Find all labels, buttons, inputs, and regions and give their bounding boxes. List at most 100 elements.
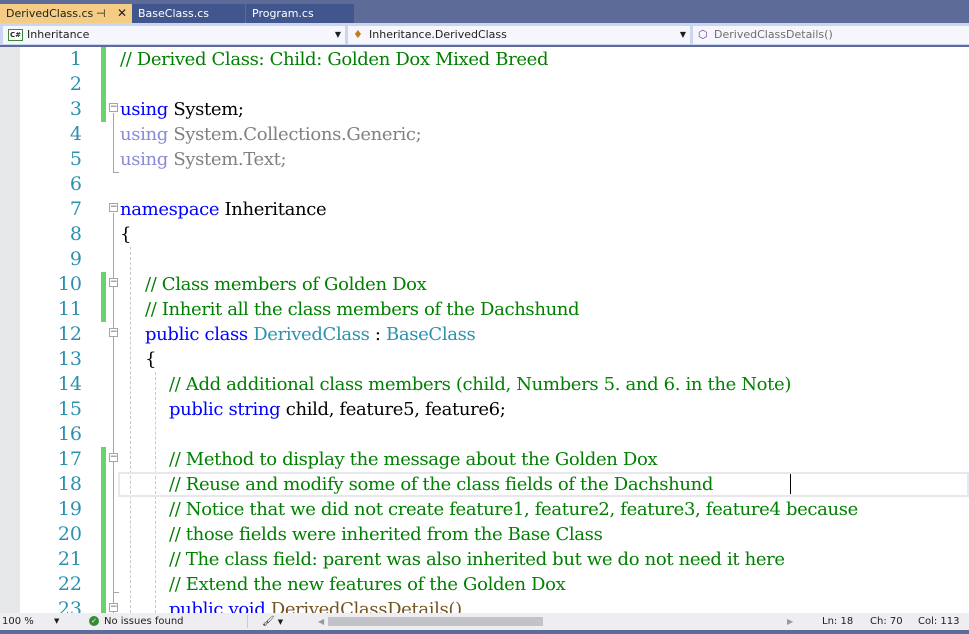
char-indicator[interactable]: Ch: 70 [870,613,903,630]
code-text: // Add additional class members (child, … [169,374,792,395]
chevron-down-icon: ▼ [277,618,284,626]
issues-label: No issues found [104,616,184,627]
tab-derivedclass[interactable]: DerivedClass.cs ⊣ ✕ [0,4,132,23]
code-line: 2 [0,72,969,97]
code-text: // Inherit all the class members of the … [145,299,580,320]
line-indicator[interactable]: Ln: 18 [822,613,853,630]
code-line: 6 [0,172,969,197]
code-line: 1 // Derived Class: Child: Golden Dox Mi… [0,47,969,72]
code-text: System.Collections.Generic; [167,124,422,145]
class-icon: ♦ [353,28,363,41]
close-icon[interactable]: ✕ [117,4,127,23]
line-number: 22 [57,573,82,595]
code-text: System; [167,99,244,120]
horizontal-scrollbar-thumb[interactable] [328,617,543,626]
code-text: // The class field: parent was also inhe… [169,549,785,570]
code-line: 13 { [0,347,969,372]
project-label: Inheritance [27,28,90,41]
method-icon: ⬡ [698,28,708,41]
tab-baseclass[interactable]: BaseClass.cs [132,4,245,23]
code-cleanup-button[interactable]: 🖌 ▼ [262,613,283,631]
keyword: public class [145,324,248,345]
code-text: // those fields were inherited from the … [169,524,603,545]
line-number: 23 [57,598,82,613]
line-number: 4 [69,123,82,145]
scroll-right-button[interactable]: ▶ [787,613,793,630]
code-line: 20 // those fields were inherited from t… [0,522,969,547]
document-tab-bar: DerivedClass.cs ⊣ ✕ BaseClass.cs Program… [0,0,969,23]
pin-icon[interactable]: ⊣ [96,4,106,23]
member-dropdown[interactable]: ⬡ DerivedClassDetails() [693,26,969,44]
code-text: : [369,324,386,345]
line-number: 18 [57,473,82,495]
code-text: // Extend the new features of the Golden… [169,574,566,595]
zoom-dropdown[interactable]: 100 % ▼ [2,614,62,629]
line-number: 14 [57,373,82,395]
column-indicator[interactable]: Col: 113 [918,613,960,630]
line-number: 8 [69,223,82,245]
tab-label: BaseClass.cs [138,7,210,20]
member-label: DerivedClassDetails() [714,28,833,41]
code-line: 16 [0,422,969,447]
chevron-down-icon: ▼ [679,30,686,39]
text-caret [790,474,791,494]
code-line: 14 // Add additional class members (chil… [0,372,969,397]
chevron-down-icon: ▼ [334,30,341,39]
line-number: 17 [57,448,82,470]
zoom-level: 100 % [2,616,34,627]
type-label: Inheritance.DerivedClass [369,28,507,41]
project-dropdown[interactable]: C# Inheritance ▼ [3,26,345,44]
brush-icon: 🖌 [262,616,275,627]
code-line: 18 // Reuse and modify some of the class… [0,472,969,497]
code-editor[interactable]: − − − − − − 1 // Derived Class: Child: G… [0,47,969,613]
code-text: // Reuse and modify some of the class fi… [169,474,714,495]
type-name: BaseClass [385,324,476,345]
line-number: 7 [69,198,82,220]
code-text: // Derived Class: Child: Golden Dox Mixe… [120,49,549,70]
line-number: 11 [57,298,82,320]
csharp-project-icon: C# [8,29,23,41]
line-number: 6 [69,173,82,195]
editor-status-bar: 100 % ▼ ✓ No issues found 🖌 ▼ ◀ ▶ Ln: 18 C… [0,613,969,630]
line-number: 15 [57,398,82,420]
code-line: 8 { [0,222,969,247]
line-number: 19 [57,498,82,520]
code-text: child, feature5, feature6; [280,399,506,420]
code-line: 17 // Method to display the message abou… [0,447,969,472]
divider [247,615,248,628]
tab-label: Program.cs [252,7,314,20]
code-line: 9 [0,247,969,272]
code-line: 19 // Notice that we did not create feat… [0,497,969,522]
code-line: 5 using System.Text; [0,147,969,172]
keyword: using [120,124,168,145]
code-line: 12 public class DerivedClass : BaseClass [0,322,969,347]
line-number: 12 [57,323,82,345]
line-number: 9 [69,248,82,270]
type-name: DerivedClass [253,324,370,345]
code-line: 11 // Inherit all the class members of t… [0,297,969,322]
chevron-down-icon: ▼ [54,617,60,625]
code-text: // Class members of Golden Dox [145,274,427,295]
window-bottom-border [0,630,969,634]
scroll-left-button[interactable]: ◀ [318,613,324,630]
code-line: 15 public string child, feature5, featur… [0,397,969,422]
code-text: Inheritance [219,199,327,220]
code-line: 3 using System; [0,97,969,122]
code-line: 4 using System.Collections.Generic; [0,122,969,147]
line-number: 1 [69,48,82,70]
line-number: 2 [69,73,82,95]
code-text: { [120,224,132,245]
issues-indicator[interactable]: ✓ No issues found [89,613,184,630]
tab-program[interactable]: Program.cs [246,4,354,23]
type-dropdown[interactable]: ♦ Inheritance.DerivedClass ▼ [348,26,690,44]
line-number: 16 [57,423,82,445]
code-text: // Method to display the message about t… [169,449,658,470]
code-line: 10 // Class members of Golden Dox [0,272,969,297]
line-number: 21 [57,548,82,570]
keyword: namespace [120,199,220,220]
code-text: // Notice that we did not create feature… [169,499,858,520]
check-circle-icon: ✓ [89,616,99,626]
code-line: 21 // The class field: parent was also i… [0,547,969,572]
line-number: 5 [69,148,82,170]
line-number: 10 [57,273,82,295]
